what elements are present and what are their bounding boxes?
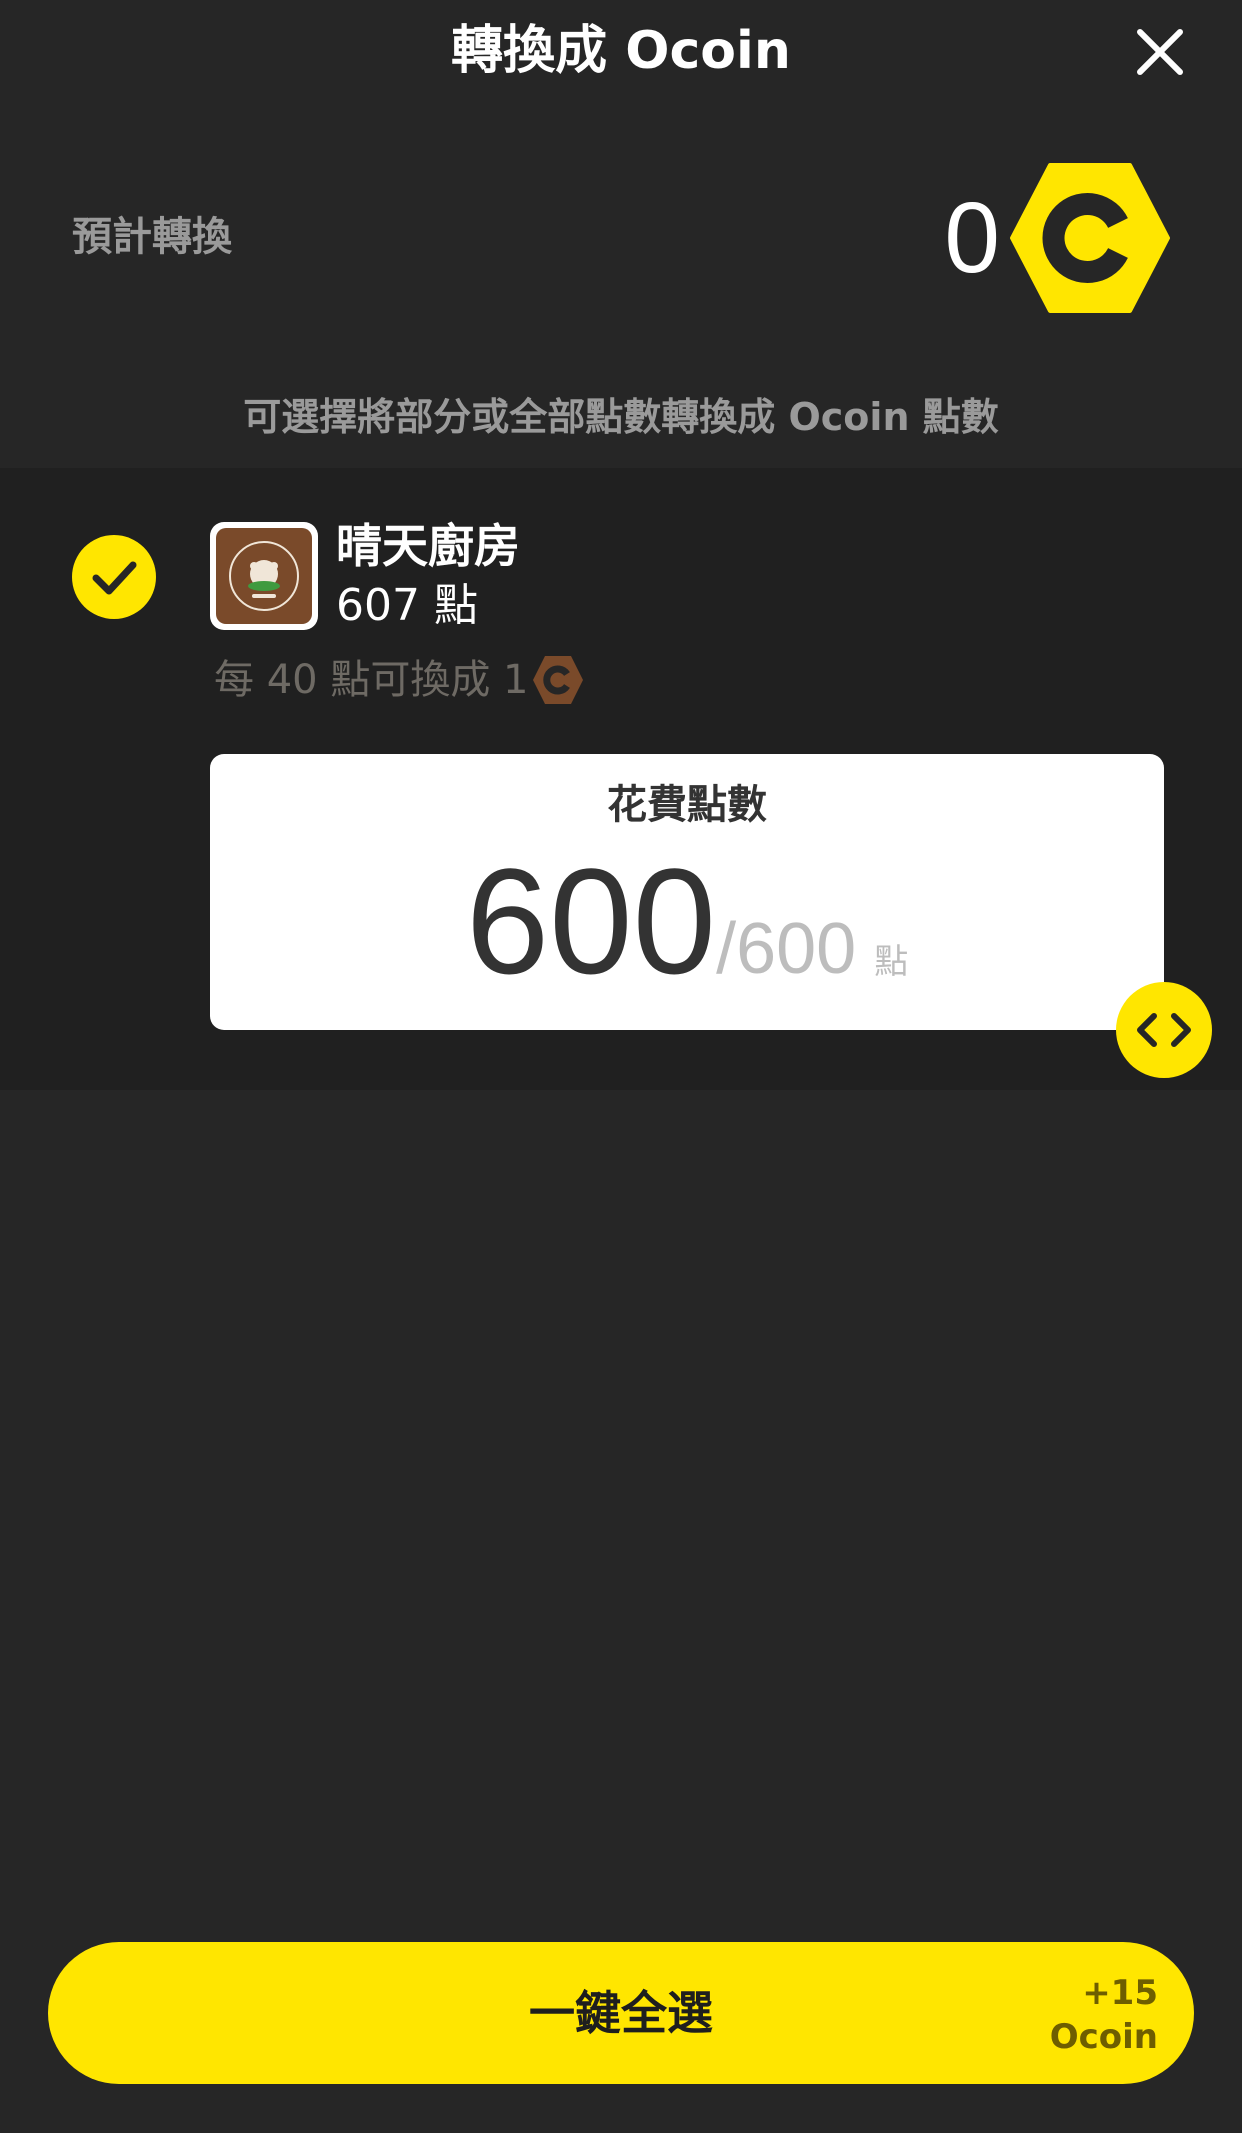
sole-mediterraneo-logo	[229, 541, 299, 611]
select-all-button[interactable]: 一鍵全選 +15 Ocoin	[48, 1942, 1194, 2084]
ocoin-small-icon	[532, 656, 583, 704]
estimate-value: 0	[944, 182, 1000, 294]
page-title: 轉換成 Ocoin	[451, 21, 791, 81]
store-logo-image	[216, 528, 312, 624]
bonus-unit: Ocoin	[1049, 2017, 1158, 2057]
spend-points-value[interactable]: 600	[466, 846, 716, 996]
spend-points-card[interactable]: 花費點數 600/600 點	[210, 754, 1164, 1030]
header: 轉換成 Ocoin	[0, 0, 1242, 110]
conversion-rate: 每 40 點可換成 1	[214, 652, 585, 708]
store-name: 晴天廚房	[336, 519, 520, 573]
left-right-arrows-icon	[1137, 1013, 1191, 1047]
select-all-label: 一鍵全選	[529, 1986, 713, 2040]
estimate-label: 預計轉換	[72, 214, 232, 260]
ocoin-icon	[1010, 163, 1170, 313]
store-points: 607 點	[336, 580, 478, 631]
spend-points-unit: 點	[874, 942, 909, 982]
close-icon	[1137, 29, 1183, 75]
adjust-points-button[interactable]	[1116, 982, 1212, 1078]
store-select-checkbox[interactable]	[72, 535, 156, 619]
spend-points-value-row: 600/600 點	[210, 846, 1164, 996]
spend-points-title: 花費點數	[607, 782, 767, 828]
spend-points-max: /600	[716, 909, 857, 989]
conversion-hint: 可選擇將部分或全部點數轉換成 Ocoin 點數	[243, 395, 999, 439]
check-icon	[92, 561, 137, 595]
bonus-amount: +15	[1082, 1973, 1158, 2013]
store-logo	[210, 522, 318, 630]
close-button[interactable]	[1130, 22, 1190, 82]
conversion-rate-text: 每 40 點可換成 1	[214, 657, 529, 703]
